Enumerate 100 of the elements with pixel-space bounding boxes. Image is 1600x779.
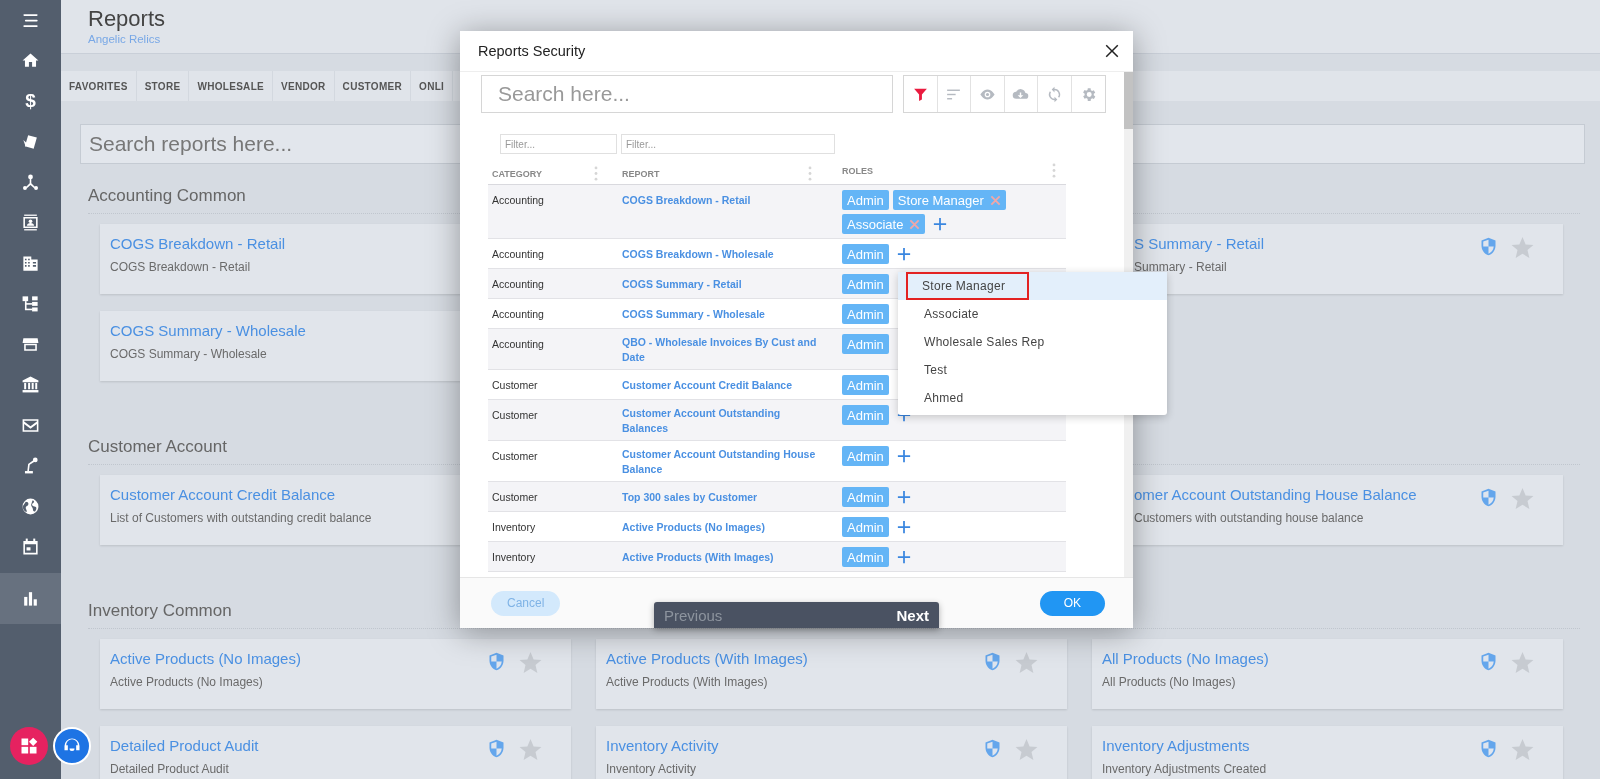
report-link[interactable]: COGS Summary - Retail <box>622 276 742 292</box>
table-cell-text: Accounting <box>492 337 544 352</box>
next-button[interactable]: Next <box>886 602 939 628</box>
report-title[interactable]: S Summary - Retail <box>1134 234 1265 254</box>
table-cell-text: Inventory <box>492 550 536 565</box>
report-card[interactable]: Active Products (With Images) Active Products (With Images) <box>596 639 1067 709</box>
star-icon[interactable] <box>518 737 543 762</box>
star-icon[interactable] <box>1014 737 1039 762</box>
role-chip[interactable]: Associate <box>842 214 926 234</box>
dialog-title: Reports Security <box>478 43 586 59</box>
role-chip[interactable]: Admin <box>842 334 889 354</box>
report-title[interactable]: Active Products (With Images) <box>606 649 808 669</box>
ok-button[interactable]: OK <box>1039 590 1105 616</box>
add-icon[interactable] <box>896 247 911 261</box>
report-title[interactable]: Inventory Adjustments <box>1102 736 1267 756</box>
tab[interactable]: CUSTOMER <box>334 71 412 101</box>
star-icon[interactable] <box>1510 486 1535 511</box>
star-icon[interactable] <box>1510 235 1535 260</box>
dropdown-option[interactable]: Wholesale Sales Rep <box>898 328 1167 356</box>
report-link[interactable]: Active Products (With Images) <box>622 549 774 565</box>
report-card[interactable]: Inventory Adjustments Inventory Adjustments Created <box>1092 726 1563 779</box>
role-chip[interactable]: Admin <box>842 274 889 294</box>
close-button[interactable] <box>1103 42 1121 60</box>
filter-field[interactable]: Filter... <box>500 134 617 154</box>
role-chip[interactable]: Admin <box>842 517 889 537</box>
network-icon[interactable] <box>21 172 40 192</box>
report-description: Summary - Retail <box>1134 260 1228 274</box>
dropdown-option[interactable]: Associate <box>898 300 1167 328</box>
dropdown-option[interactable]: Test <box>898 356 1167 384</box>
report-card[interactable]: Detailed Product Audit Detailed Product Audit <box>100 726 571 779</box>
dollar-icon[interactable]: $ <box>25 91 36 112</box>
store-name: Angelic Relics <box>88 32 162 46</box>
report-link[interactable]: QBO - Wholesale Invoices By Cust and Date <box>622 334 820 365</box>
role-chip[interactable]: Admin <box>842 304 889 324</box>
report-title[interactable]: omer Account Outstanding House Balance <box>1134 485 1417 505</box>
table-cell-text: Customer <box>492 378 538 393</box>
report-link[interactable]: COGS Breakdown - Wholesale <box>622 246 774 262</box>
column-header[interactable]: ROLES <box>842 165 873 176</box>
column-menu-icon[interactable] <box>808 166 812 181</box>
role-chip[interactable]: Admin <box>842 375 889 395</box>
report-link[interactable]: Top 300 sales by Customer <box>622 489 758 505</box>
globe-icon[interactable] <box>21 496 40 516</box>
report-link[interactable]: Customer Account Credit Balance <box>622 377 792 393</box>
building-icon[interactable] <box>21 253 40 273</box>
report-description: COGS Summary - Wholesale <box>110 347 268 361</box>
add-icon[interactable] <box>896 550 911 564</box>
tab[interactable]: FAVORITES <box>61 71 137 101</box>
role-chip[interactable]: Admin <box>842 446 889 466</box>
role-chip[interactable]: Admin <box>842 244 889 264</box>
report-link[interactable]: Active Products (No Images) <box>622 519 765 535</box>
report-title[interactable]: Detailed Product Audit <box>110 736 259 756</box>
role-chip[interactable]: Admin <box>842 405 889 425</box>
table-cell-text: Accounting <box>492 193 544 208</box>
report-title[interactable]: All Products (No Images) <box>1102 649 1269 669</box>
column-menu-icon[interactable] <box>1052 163 1056 178</box>
contact-card-icon[interactable] <box>21 213 40 233</box>
cancel-button[interactable]: Cancel <box>491 590 561 616</box>
tags-icon[interactable] <box>21 132 40 152</box>
tab[interactable]: ONLI <box>411 71 454 101</box>
add-icon[interactable] <box>896 520 911 534</box>
column-menu-icon[interactable] <box>594 166 598 181</box>
filter-field[interactable]: Filter... <box>621 134 835 154</box>
remove-icon[interactable] <box>989 194 1001 206</box>
support-button[interactable] <box>53 727 91 765</box>
column-header[interactable]: REPORT <box>622 168 660 179</box>
add-icon[interactable] <box>933 217 948 231</box>
report-link[interactable]: COGS Breakdown - Retail <box>622 192 751 208</box>
tab[interactable]: WHOLESALE <box>189 71 273 101</box>
hierarchy-icon[interactable] <box>21 294 40 314</box>
column-header[interactable]: CATEGORY <box>492 168 542 179</box>
report-title[interactable]: Customer Account Credit Balance <box>110 485 372 505</box>
remove-icon[interactable] <box>909 218 921 230</box>
report-card[interactable]: All Products (No Images) All Products (No Images) <box>1092 639 1563 709</box>
role-chip[interactable]: Admin <box>842 547 889 567</box>
search-field[interactable]: Search here... <box>481 75 893 113</box>
star-icon[interactable] <box>1014 650 1039 675</box>
report-card[interactable]: Active Products (No Images) Active Products (No Images) <box>100 639 571 709</box>
star-icon[interactable] <box>518 650 543 675</box>
dropdown-option[interactable]: Ahmed <box>898 384 1167 412</box>
report-title[interactable]: Active Products (No Images) <box>110 649 301 669</box>
report-title[interactable]: COGS Breakdown - Retail <box>110 234 286 254</box>
report-link[interactable]: Customer Account Outstanding Balances <box>622 405 820 436</box>
calendar-icon[interactable] <box>21 537 40 557</box>
add-icon[interactable] <box>896 449 911 463</box>
star-icon[interactable] <box>1510 650 1535 675</box>
dropdown-option[interactable]: Store Manager <box>898 272 1167 300</box>
report-description: Inventory Adjustments Created <box>1102 762 1267 776</box>
bank-icon[interactable] <box>21 375 40 395</box>
tab[interactable]: VENDOR <box>273 71 335 101</box>
tab[interactable]: STORE <box>136 71 190 101</box>
report-link[interactable]: COGS Summary - Wholesale <box>622 306 765 322</box>
report-title[interactable]: Inventory Activity <box>606 736 719 756</box>
role-chip[interactable]: Admin <box>842 190 889 210</box>
role-chip[interactable]: Admin <box>842 487 889 507</box>
bar-chart-icon[interactable] <box>21 589 40 608</box>
role-chip[interactable]: Store Manager <box>892 190 1006 210</box>
star-icon[interactable] <box>1510 737 1535 762</box>
report-title[interactable]: COGS Summary - Wholesale <box>110 321 306 341</box>
report-card[interactable]: Inventory Activity Inventory Activity <box>596 726 1067 779</box>
add-icon[interactable] <box>896 490 911 504</box>
